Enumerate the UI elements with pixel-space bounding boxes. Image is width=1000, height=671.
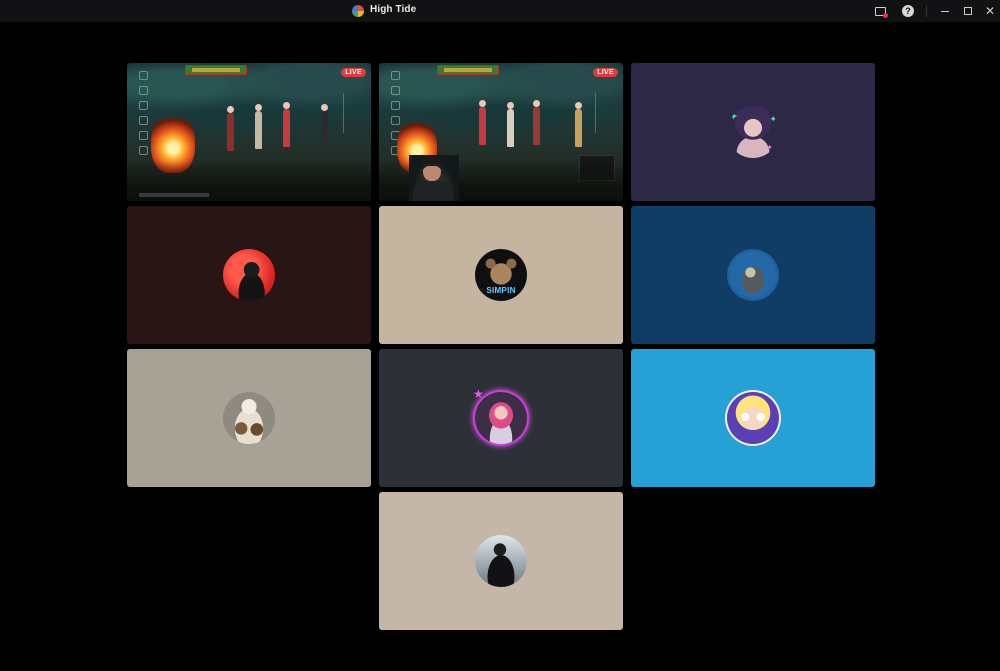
participant-tile[interactable]: ★ bbox=[379, 349, 623, 487]
participant-avatar bbox=[223, 392, 275, 444]
character-figure bbox=[533, 100, 540, 145]
stream-tile-2[interactable]: LIVE bbox=[379, 63, 623, 201]
character-figure bbox=[255, 104, 262, 149]
participant-tile[interactable] bbox=[631, 349, 875, 487]
help-icon[interactable]: ? bbox=[900, 3, 916, 19]
participant-avatar bbox=[475, 535, 527, 587]
live-badge: LIVE bbox=[593, 68, 618, 77]
close-icon[interactable]: ✕ bbox=[982, 3, 998, 19]
character-figure bbox=[479, 100, 486, 145]
participant-avatar: SIMPIN bbox=[475, 249, 527, 301]
participant-tile[interactable] bbox=[127, 349, 371, 487]
stream-tile-1[interactable]: LIVE bbox=[127, 63, 371, 201]
participant-tile[interactable] bbox=[631, 206, 875, 344]
maximize-icon[interactable] bbox=[960, 3, 976, 19]
webcam-overlay bbox=[409, 155, 459, 201]
app-logo-icon bbox=[352, 5, 364, 17]
minimize-icon[interactable] bbox=[937, 3, 953, 19]
participant-avatar bbox=[727, 249, 779, 301]
participant-tile[interactable]: SIMPIN bbox=[379, 206, 623, 344]
participant-avatar bbox=[223, 249, 275, 301]
titlebar-divider bbox=[926, 5, 927, 17]
screen-share-icon[interactable] bbox=[872, 3, 888, 19]
title-bar: High Tide ? ✕ bbox=[0, 0, 1000, 22]
sparkle-icon: ✦ bbox=[766, 143, 773, 152]
character-figure bbox=[507, 102, 514, 147]
participant-avatar bbox=[727, 392, 779, 444]
participant-tile[interactable] bbox=[127, 206, 371, 344]
character-figure bbox=[283, 102, 290, 147]
character-figure bbox=[575, 102, 582, 147]
sparkle-icon: ✦ bbox=[769, 114, 777, 124]
game-banner bbox=[437, 65, 499, 75]
sparkle-icon: ✦ bbox=[729, 111, 739, 123]
live-badge: LIVE bbox=[341, 68, 366, 77]
window-title: High Tide bbox=[370, 4, 417, 15]
star-icon: ★ bbox=[473, 387, 484, 401]
character-figure bbox=[321, 104, 328, 149]
character-figure bbox=[227, 106, 234, 151]
help-glyph: ? bbox=[902, 5, 914, 17]
participant-tile[interactable] bbox=[379, 492, 623, 630]
avatar-text: SIMPIN bbox=[486, 286, 516, 295]
game-banner bbox=[185, 65, 247, 75]
participant-tile[interactable]: ✦ ✦ ✦ bbox=[631, 63, 875, 201]
participant-avatar: ✦ ✦ ✦ bbox=[727, 106, 779, 158]
